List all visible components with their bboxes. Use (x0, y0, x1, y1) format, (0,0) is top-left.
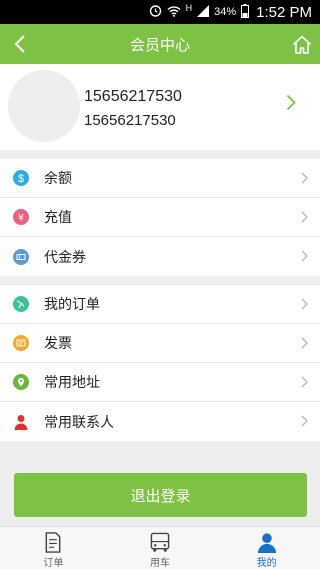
profile-card[interactable]: 15656217530 15656217530 (0, 64, 320, 150)
menu-item-label: 常用联系人 (44, 414, 114, 431)
tab-label: 订单 (43, 558, 64, 569)
home-button[interactable] (288, 30, 316, 58)
network-type: H (185, 3, 193, 13)
tab-car[interactable]: 用车 (107, 527, 214, 569)
avatar[interactable] (8, 70, 80, 142)
tab-orders[interactable]: 订单 (0, 527, 107, 569)
dollar-icon: $ (13, 170, 29, 186)
coupon-icon (13, 248, 29, 265)
service-menu: 我的订单 发票 常用地址 常用联系人 (0, 285, 320, 441)
globe-icon (13, 296, 29, 312)
menu-item-label: 我的订单 (44, 297, 100, 313)
menu-item-label: 代金券 (44, 249, 86, 266)
battery-percent: 34% (214, 6, 237, 18)
alarm-icon (149, 4, 162, 20)
chevron-right-icon (301, 211, 308, 223)
header: 会员中心 (0, 24, 320, 64)
signal-icon (197, 4, 210, 20)
tab-mine[interactable]: 我的 (213, 527, 320, 569)
person-icon (13, 414, 29, 430)
menu-item-my-orders[interactable]: 我的订单 (0, 285, 320, 324)
menu-item-balance[interactable]: $ 余额 (0, 159, 320, 198)
chevron-right-icon (301, 172, 308, 184)
menu-item-invoice[interactable]: 发票 (0, 324, 320, 363)
menu-item-addresses[interactable]: 常用地址 (0, 363, 320, 402)
menu-item-label: 常用地址 (44, 375, 100, 391)
menu-item-coupon[interactable]: 代金券 (0, 237, 320, 276)
menu-item-label: 余额 (44, 171, 72, 187)
chevron-right-icon (301, 376, 308, 388)
menu-item-label: 发票 (44, 336, 72, 352)
bus-icon (150, 532, 170, 552)
home-icon (292, 35, 312, 54)
menu-item-contacts[interactable]: 常用联系人 (0, 402, 320, 441)
invoice-icon (13, 335, 29, 351)
chevron-right-icon (301, 298, 308, 310)
chevron-right-icon (301, 415, 308, 427)
status-bar: H 34% 1:52 PM (0, 0, 320, 24)
clock: 1:52 PM (256, 3, 312, 21)
svg-text:¥: ¥ (18, 214, 24, 224)
wifi-icon (167, 5, 181, 20)
chevron-right-icon (301, 337, 308, 349)
profile-phone-secondary: 15656217530 (84, 112, 176, 129)
logout-button[interactable]: 退出登录 (14, 473, 307, 517)
chevron-right-icon (286, 94, 296, 111)
bottom-tab-bar: 订单 用车 我的 (0, 526, 320, 569)
back-button[interactable] (6, 30, 34, 58)
account-menu: $ 余额 ¥ 充值 代金券 (0, 159, 320, 276)
location-icon (13, 374, 29, 390)
profile-phone-primary: 15656217530 (84, 88, 182, 105)
chevron-left-icon (14, 35, 25, 53)
tab-label: 用车 (150, 558, 170, 569)
battery-icon (241, 3, 250, 21)
svg-text:$: $ (18, 173, 24, 185)
page-title: 会员中心 (129, 35, 190, 54)
user-icon (257, 533, 276, 553)
chevron-right-icon (301, 250, 308, 262)
yen-icon: ¥ (13, 209, 29, 225)
tab-label: 我的 (256, 558, 277, 569)
document-icon (45, 532, 61, 553)
menu-item-recharge[interactable]: ¥ 充值 (0, 198, 320, 237)
menu-item-label: 充值 (44, 210, 72, 226)
